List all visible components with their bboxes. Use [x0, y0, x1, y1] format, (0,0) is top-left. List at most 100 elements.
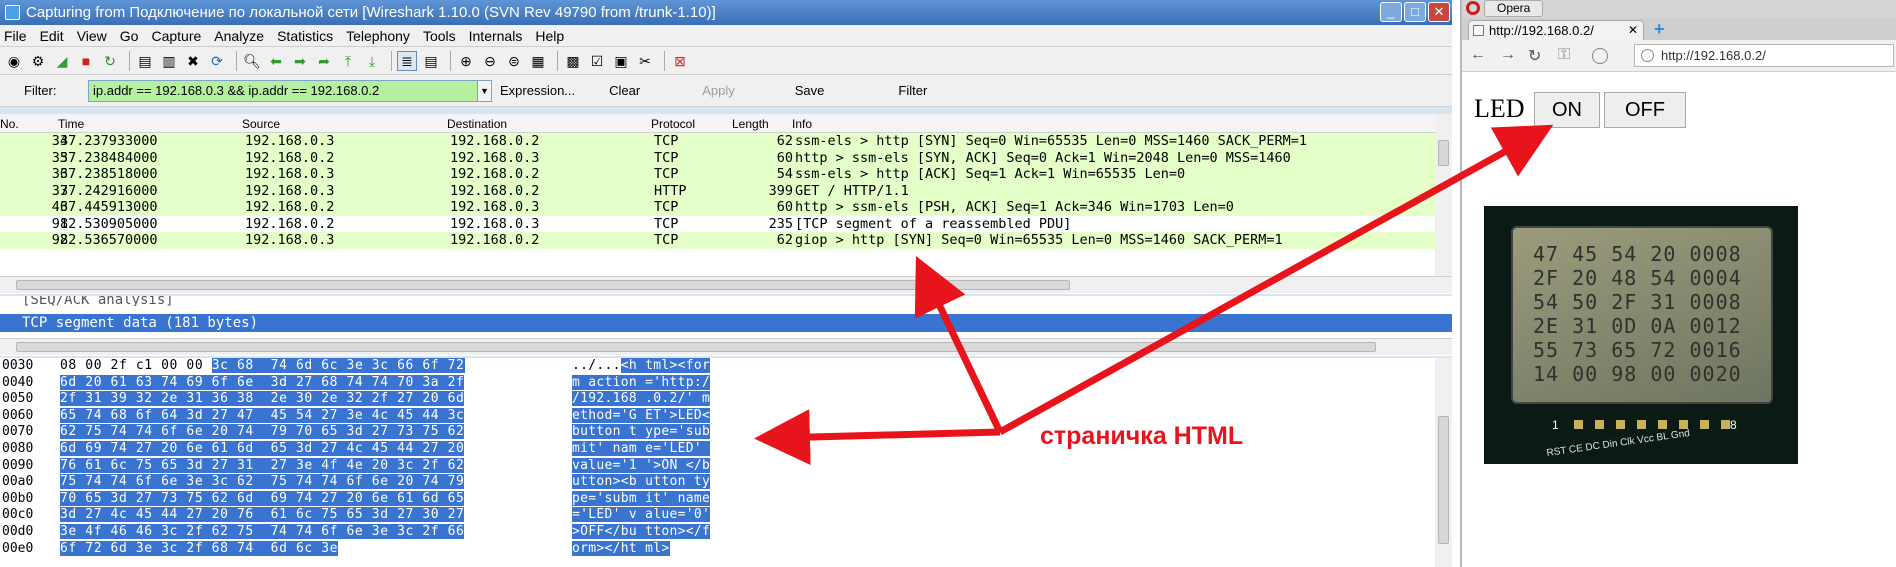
packet-row[interactable]: 34 37.237933000 192.168.0.3 192.168.0.2 TCP 6… [0, 133, 1452, 150]
filter-dropdown-icon[interactable]: ▼ [478, 79, 492, 102]
byte-hex: 08 00 2f c1 00 00 3c 68 74 6d 6c 3e 3c 6… [60, 358, 465, 375]
byte-row[interactable]: 0030 08 00 2f c1 00 00 3c 68 74 6d 6c 3e … [0, 358, 1452, 375]
menu-file[interactable]: File [4, 28, 27, 44]
column-header-length[interactable]: Length [732, 117, 769, 131]
byte-row[interactable]: 0040 6d 20 61 63 74 69 6f 6e 3d 27 68 74 … [0, 374, 1452, 392]
menu-internals[interactable]: Internals [469, 28, 523, 44]
key-icon[interactable]: ⚿ [1558, 46, 1570, 64]
go-forward-icon[interactable]: ➡ [290, 51, 310, 71]
restart-capture-icon[interactable]: ↻ [100, 51, 120, 71]
url-input[interactable]: ◌ http://192.168.0.2/ [1634, 44, 1894, 67]
site-info-icon[interactable] [1592, 48, 1608, 64]
zoom-out-icon[interactable]: ⊖ [480, 51, 500, 71]
reload-page-icon[interactable]: ↻ [1528, 46, 1541, 66]
opera-title-bar[interactable]: Opera [1462, 0, 1896, 18]
save-file-icon[interactable]: ▥ [159, 51, 179, 71]
details-hscroll-thumb[interactable] [16, 342, 1376, 352]
column-header-no[interactable]: No. [0, 117, 19, 131]
minimize-button[interactable]: _ [1380, 2, 1402, 22]
first-packet-icon[interactable]: ⤒ [338, 51, 358, 71]
expression-button[interactable]: Expression... [500, 83, 575, 98]
help-icon[interactable]: ⊠ [670, 51, 690, 71]
display-filters-icon[interactable]: ☑ [587, 51, 607, 71]
packet-row[interactable]: 91 82.530905000 192.168.0.2 192.168.0.3 TCP 2… [0, 215, 1452, 232]
resize-columns-icon[interactable]: ▦ [528, 51, 548, 71]
menu-analyze[interactable]: Analyze [214, 28, 264, 44]
open-file-icon[interactable]: ▤ [135, 51, 155, 71]
byte-row[interactable]: 00b0 70 65 3d 27 73 75 62 6d 69 74 27 20 … [0, 490, 1452, 508]
start-capture-icon[interactable]: ◢ [52, 51, 72, 71]
capture-filters-icon[interactable]: ▩ [563, 51, 583, 71]
led-on-button[interactable]: ON [1534, 92, 1600, 128]
menu-help[interactable]: Help [535, 28, 564, 44]
close-button[interactable]: ✕ [1428, 2, 1450, 22]
auto-scroll-icon[interactable]: ▤ [421, 51, 441, 71]
column-header-info[interactable]: Info [792, 117, 812, 131]
lcd-display-photo: 47 45 54 20 0008 2F 20 48 54 0004 54 50 … [1484, 206, 1798, 464]
wireshark-title-bar[interactable]: Capturing from Подключение по локальной … [0, 0, 1452, 25]
clear-button[interactable]: Clear [609, 83, 640, 98]
led-off-button[interactable]: OFF [1604, 92, 1686, 128]
details-tcp-segment-data-row[interactable]: TCP segment data (181 bytes) [0, 314, 1452, 332]
byte-row[interactable]: 00e0 6f 72 6d 3e 3c 2f 68 74 6d 6c 3e orm>… [0, 540, 1452, 558]
filter-button[interactable]: Filter [898, 83, 927, 98]
display-filter-input[interactable]: ip.addr == 192.168.0.3 && ip.addr == 192… [88, 79, 478, 102]
coloring-rules-icon[interactable]: ▣ [611, 51, 631, 71]
preferences-icon[interactable]: ✂ [635, 51, 655, 71]
column-header-source[interactable]: Source [242, 117, 280, 131]
opera-menu-button[interactable]: Opera [1484, 0, 1544, 17]
packet-list-hscroll-thumb[interactable] [16, 280, 1070, 290]
stop-capture-icon[interactable]: ■ [76, 51, 96, 71]
menu-capture[interactable]: Capture [151, 28, 201, 44]
bytes-vscroll[interactable] [1435, 358, 1452, 567]
menu-edit[interactable]: Edit [40, 28, 64, 44]
last-packet-icon[interactable]: ⤓ [362, 51, 382, 71]
packet-row[interactable]: 37 37.242916000 192.168.0.3 192.168.0.2 HTTP… [0, 182, 1452, 199]
byte-ascii: orm></ht ml> [572, 540, 670, 558]
menu-tools[interactable]: Tools [423, 28, 456, 44]
menu-go[interactable]: Go [120, 28, 139, 44]
reload-icon[interactable]: ⟳ [207, 51, 227, 71]
tab-close-icon[interactable]: ✕ [1628, 21, 1638, 40]
go-back-icon[interactable]: ⬅ [266, 51, 286, 71]
byte-row[interactable]: 0090 76 61 6c 75 65 3d 27 31 27 3e 4f 4e … [0, 457, 1452, 475]
packet-row[interactable]: 36 37.238518000 192.168.0.3 192.168.0.2 TCP 5… [0, 166, 1452, 183]
byte-row[interactable]: 0050 2f 31 39 32 2e 31 36 38 2e 30 2e 32 … [0, 391, 1452, 408]
colorize-icon[interactable]: ≣ [397, 50, 417, 71]
options-icon[interactable]: ⚙ [28, 51, 48, 71]
byte-row[interactable]: 00d0 3e 4f 46 46 3c 2f 62 75 74 74 6f 6e … [0, 523, 1452, 541]
column-header-time[interactable]: Time [58, 117, 84, 131]
close-file-icon[interactable]: ✖ [183, 51, 203, 71]
packet-list-vscroll[interactable] [1435, 114, 1452, 276]
byte-row[interactable]: 00a0 75 74 74 6f 6e 3e 3c 62 75 74 74 6f … [0, 474, 1452, 491]
column-header-protocol[interactable]: Protocol [651, 117, 695, 131]
zoom-in-icon[interactable]: ⊕ [456, 51, 476, 71]
packet-rows: 34 37.237933000 192.168.0.3 192.168.0.2 TCP 6… [0, 133, 1452, 249]
menu-view[interactable]: View [77, 28, 107, 44]
details-hscroll[interactable] [0, 338, 1452, 355]
packet-list-vscroll-thumb[interactable] [1438, 140, 1449, 166]
find-packet-icon[interactable]: 🔍︎ [242, 51, 262, 71]
packet-row[interactable]: 92 82.536570000 192.168.0.3 192.168.0.2 TCP 6… [0, 232, 1452, 249]
new-tab-button[interactable]: + [1654, 19, 1665, 40]
interfaces-icon[interactable]: ◉ [4, 51, 24, 71]
go-to-packet-icon[interactable]: ➦ [314, 51, 334, 71]
byte-row[interactable]: 00c0 3d 27 4c 45 44 27 20 76 61 6c 75 65 … [0, 507, 1452, 524]
bytes-vscroll-thumb[interactable] [1438, 416, 1449, 544]
browser-tab[interactable]: http://192.168.0.2/ ✕ [1468, 20, 1644, 40]
forward-icon[interactable]: → [1500, 46, 1516, 64]
maximize-button[interactable]: □ [1404, 2, 1426, 22]
byte-ascii: ='LED' v alue='0' [572, 507, 711, 524]
details-seq-ack-row[interactable]: [SEQ/ACK analysis] [0, 296, 1452, 306]
column-header-destination[interactable]: Destination [447, 117, 507, 131]
packet-list-hscroll[interactable] [0, 276, 1452, 293]
packet-row[interactable]: 46 37.445913000 192.168.0.2 192.168.0.3 TCP 6… [0, 199, 1452, 216]
normal-size-icon[interactable]: ⊜ [504, 51, 524, 71]
security-badge-icon[interactable]: ◌ [1641, 49, 1654, 62]
menu-statistics[interactable]: Statistics [277, 28, 333, 44]
save-filter-button[interactable]: Save [795, 83, 825, 98]
menu-telephony[interactable]: Telephony [346, 28, 410, 44]
back-icon[interactable]: ← [1470, 46, 1486, 64]
packet-row[interactable]: 35 37.238484000 192.168.0.2 192.168.0.3 TCP 6… [0, 149, 1452, 166]
apply-button[interactable]: Apply [702, 83, 735, 98]
